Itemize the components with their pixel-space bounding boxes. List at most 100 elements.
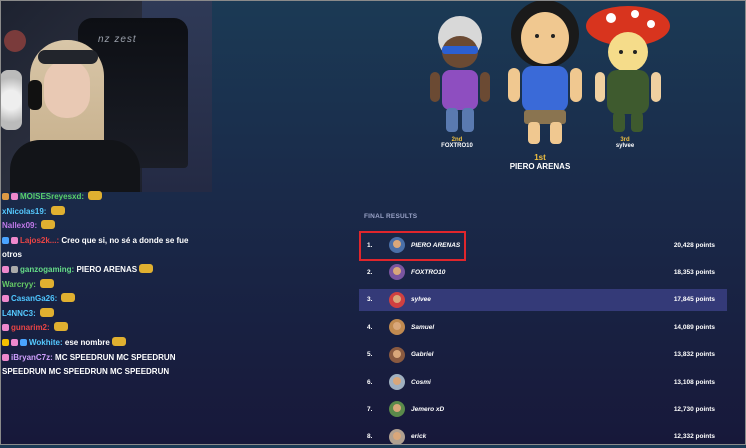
chat-username[interactable]: Warcryy: <box>2 280 36 289</box>
chat-emote-icon <box>40 278 55 288</box>
chat-badge-icon <box>11 236 18 244</box>
third-place-character <box>586 6 670 132</box>
chat-username[interactable]: MOISESreyesxd: <box>20 192 84 201</box>
chat-text: Creo que si, no sé a donde se fue <box>61 235 189 245</box>
result-row[interactable]: 6. Cosmi 13,108 points <box>359 371 727 393</box>
result-rank: 4. <box>367 323 373 331</box>
streamer-headband <box>38 50 98 64</box>
player-name: sylvee <box>411 296 431 304</box>
player-avatar <box>389 264 405 281</box>
chat-emote-icon <box>53 322 68 332</box>
chat-message: ganzogaming: PIERO ARENAS <box>2 263 212 278</box>
chat-username[interactable]: gunarim2: <box>11 323 50 332</box>
chat-badge-icon <box>2 265 9 273</box>
chat-badge-icon <box>2 295 9 303</box>
result-rank: 5. <box>367 351 373 359</box>
player-avatar <box>389 401 405 418</box>
result-rank: 7. <box>367 405 373 413</box>
chat-message: L4NNC3: <box>2 307 212 322</box>
result-row[interactable]: 4. Samuel 14,089 points <box>359 316 727 338</box>
chat-message: otros <box>2 248 212 263</box>
first-place-name: PIERO ARENAS <box>509 162 571 171</box>
chat-username[interactable]: xNicolas19: <box>2 207 46 216</box>
player-points: 17,845 points <box>673 296 715 304</box>
chat-message: xNicolas19: <box>2 205 212 220</box>
third-place-name: sylvee <box>615 143 635 149</box>
first-place-rank: 1st <box>534 153 546 162</box>
result-row[interactable]: 2. FOXTRO10 18,353 points <box>359 261 727 283</box>
chat-emote-icon <box>50 205 65 215</box>
chat-emote-icon <box>41 220 56 230</box>
chat-message: iBryanC7z: MC SPEEDRUN MC SPEEDRUN <box>2 351 212 366</box>
result-rank: 6. <box>367 378 373 386</box>
chat-username[interactable]: CasanGa26: <box>11 294 57 303</box>
result-rank: 8. <box>367 433 373 441</box>
final-results-title: FINAL RESULTS <box>364 213 418 220</box>
chat-badge-icon <box>2 193 9 200</box>
chat-message: CasanGa26: <box>2 292 212 307</box>
third-place-label: 3rd sylvee <box>585 137 665 149</box>
streamer-shirt <box>10 140 140 192</box>
player-name: Gabriel <box>411 351 434 359</box>
player-points: 13,108 points <box>673 378 715 386</box>
chat-emote-icon <box>88 191 103 200</box>
chat-username[interactable]: Nallex09: <box>2 221 37 230</box>
second-place-character <box>430 16 490 132</box>
chat-text: SPEEDRUN MC SPEEDRUN MC SPEEDRUN <box>2 367 170 377</box>
streamer-face <box>44 60 90 118</box>
selection-highlight-box <box>359 231 466 261</box>
player-points: 14,089 points <box>673 323 715 331</box>
chat-badge-icon <box>2 324 9 332</box>
player-avatar <box>389 428 405 445</box>
chat-message: gunarim2: <box>2 321 212 336</box>
chat-emote-icon <box>111 336 126 346</box>
chat-message: Warcryy: <box>2 278 212 293</box>
chat-badge-icon <box>2 236 9 244</box>
result-rank: 2. <box>367 268 373 276</box>
chat-username[interactable]: Wokhite: <box>29 338 63 347</box>
chat-message: Nallex09: <box>2 219 212 234</box>
player-name: Jemero xD <box>411 405 445 413</box>
player-name: Samuel <box>411 323 435 331</box>
webcam-feed: nz zest <box>0 0 212 192</box>
player-points: 20,428 points <box>673 241 715 249</box>
player-name: erick <box>411 433 427 441</box>
player-avatar <box>389 346 405 363</box>
player-avatar <box>389 291 405 308</box>
chat-badge-icon <box>11 338 18 346</box>
webcam-toy <box>4 30 26 52</box>
player-name: FOXTRO10 <box>411 268 446 276</box>
player-points: 12,730 points <box>673 405 715 413</box>
player-avatar <box>389 374 405 390</box>
second-place-name: FOXTRO10 <box>441 143 473 149</box>
chat-badge-icon <box>11 265 18 273</box>
chat-badge-icon <box>2 338 9 346</box>
chat-emote-icon <box>61 293 76 303</box>
result-row[interactable]: 8. erick 12,332 points <box>359 426 727 448</box>
chat-emote-icon <box>40 307 55 317</box>
result-row[interactable]: 3. sylvee 17,845 points <box>359 288 727 311</box>
chat-text: PIERO ARENAS <box>76 264 138 274</box>
result-rank: 3. <box>367 296 373 304</box>
chair-brand-logo: nz zest <box>98 34 137 45</box>
chat-text: otros <box>2 250 22 260</box>
chat-message: Lajos2k...: Creo que si, no sé a donde s… <box>2 234 212 249</box>
chat-text: MC SPEEDRUN MC SPEEDRUN <box>55 352 176 362</box>
headset-icon <box>28 80 42 110</box>
player-avatar <box>389 319 405 336</box>
chat-username[interactable]: ganzogaming: <box>20 265 74 274</box>
second-place-label: 2nd FOXTRO10 <box>417 137 497 149</box>
chat-username[interactable]: L4NNC3: <box>2 309 36 318</box>
chat-text: ese nombre <box>64 337 110 347</box>
result-row[interactable]: 5. Gabriel 13,832 points <box>359 344 727 366</box>
chat-username[interactable]: iBryanC7z: <box>11 353 53 362</box>
chat-badge-icon <box>2 353 9 361</box>
result-row[interactable]: 7. Jemero xD 12,730 points <box>359 398 727 420</box>
chat-panel: MOISESreyesxd: xNicolas19: Nallex09: Laj… <box>2 190 212 380</box>
chat-message: SPEEDRUN MC SPEEDRUN MC SPEEDRUN <box>2 365 212 380</box>
first-place-character <box>508 0 582 144</box>
chat-emote-icon <box>139 263 154 273</box>
chat-username[interactable]: Lajos2k...: <box>20 236 59 245</box>
player-name: Cosmi <box>411 378 431 386</box>
player-points: 18,353 points <box>673 268 715 276</box>
